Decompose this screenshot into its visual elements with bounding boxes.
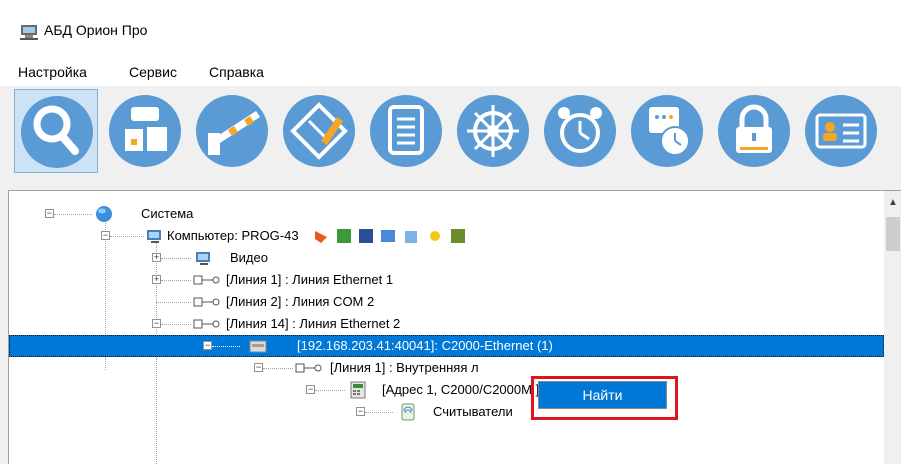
tree-item-c2000-ethernet[interactable]: − [192.168.203.41:40041]: C2000-Ethernet… (9, 335, 884, 357)
expand-toggle[interactable]: + (152, 253, 161, 262)
tree-item-system[interactable]: − Система (9, 203, 884, 225)
schedule-button[interactable] (625, 89, 709, 173)
document-list-icon (370, 95, 442, 167)
computer-icon (196, 252, 210, 265)
app-icon (20, 25, 38, 40)
tree-item-label: Компьютер: PROG-43 (167, 228, 299, 243)
line-connection-icon (295, 363, 322, 373)
controller-icon (350, 381, 366, 399)
menu-help[interactable]: Справка (209, 64, 264, 80)
collapse-toggle[interactable]: − (254, 363, 263, 372)
device-tree[interactable]: − Система − Компьютер: PROG-43 + Видео +… (8, 190, 901, 464)
tree-connector (263, 368, 293, 369)
tree-connector (156, 302, 191, 303)
floor-plan-button[interactable] (277, 89, 361, 173)
helm-button[interactable] (451, 89, 535, 173)
tree-item-line-14[interactable]: − [Линия 14] : Линия Ethernet 2 (9, 313, 884, 335)
tree-item-video[interactable]: + Видео (9, 247, 884, 269)
tree-connector (212, 346, 240, 347)
collapse-toggle[interactable]: − (306, 385, 315, 394)
tree-connector (110, 236, 144, 237)
collapse-toggle[interactable]: − (45, 209, 54, 218)
tree-item-label: [Линия 1] : Внутренняя л (330, 360, 479, 375)
lock-button[interactable] (712, 89, 796, 173)
alarm-button[interactable] (538, 89, 622, 173)
line-connection-icon (193, 319, 220, 329)
menu-settings[interactable]: Настройка (18, 64, 87, 80)
tree-item-label: [Линия 1] : Линия Ethernet 1 (226, 272, 394, 287)
devices-icon (109, 95, 181, 167)
devices-button[interactable] (103, 89, 187, 173)
tree-connector (315, 390, 345, 391)
line-connection-icon (193, 297, 220, 307)
helm-icon (457, 95, 529, 167)
device-icon (249, 340, 267, 353)
reader-icon (401, 403, 415, 421)
collapse-toggle[interactable]: − (356, 407, 365, 416)
tree-item-line-2[interactable]: [Линия 2] : Линия COM 2 (9, 291, 884, 313)
tree-item-address-1[interactable]: − [Адрес 1, C2000/C2000M ]: C2000/C2000M… (9, 379, 884, 401)
toolbar (0, 86, 901, 182)
documents-button[interactable] (364, 89, 448, 173)
user-card-icon (805, 95, 877, 167)
tree-connector (365, 412, 393, 413)
tree-item-label: [Линия 2] : Линия COM 2 (226, 294, 375, 309)
tree-item-label: [Линия 14] : Линия Ethernet 2 (226, 316, 401, 331)
title-bar: АБД Орион Про (0, 0, 901, 56)
alarm-clock-icon (544, 95, 616, 167)
tree-item-computer[interactable]: − Компьютер: PROG-43 (9, 225, 884, 247)
line-connection-icon (193, 275, 220, 285)
tree-connector (161, 324, 191, 325)
window-title: АБД Орион Про (44, 22, 148, 38)
collapse-toggle[interactable]: − (101, 231, 110, 240)
expand-toggle[interactable]: + (152, 275, 161, 284)
schedule-icon (631, 95, 703, 167)
barrier-button[interactable] (190, 89, 274, 173)
barrier-icon (196, 95, 268, 167)
menu-bar: Настройка Сервис Справка (0, 56, 901, 86)
scroll-thumb[interactable] (886, 217, 900, 251)
tree-item-inner-line[interactable]: − [Линия 1] : Внутренняя л (9, 357, 884, 379)
lock-icon (718, 95, 790, 167)
user-card-button[interactable] (799, 89, 883, 173)
tree-item-label: Система (141, 206, 194, 221)
context-menu-find[interactable]: Найти (538, 381, 667, 409)
vertical-scrollbar[interactable]: ▲ (884, 191, 901, 464)
computer-icon (147, 230, 161, 243)
tree-item-readers[interactable]: − Считыватели (9, 401, 884, 423)
menu-service[interactable]: Сервис (129, 64, 177, 80)
collapse-toggle[interactable]: − (203, 341, 212, 350)
tree-connector (161, 280, 191, 281)
search-button[interactable] (14, 89, 98, 173)
search-icon (21, 96, 93, 168)
context-menu-find-label: Найти (582, 387, 623, 403)
scroll-up-icon[interactable]: ▲ (888, 197, 898, 208)
tree-connector (54, 214, 92, 215)
tree-item-label: [192.168.203.41:40041]: C2000-Ethernet (… (297, 338, 553, 353)
tree-item-label: Видео (230, 250, 268, 265)
collapse-toggle[interactable]: − (152, 319, 161, 328)
tree-item-line-1[interactable]: + [Линия 1] : Линия Ethernet 1 (9, 269, 884, 291)
status-icons (315, 229, 465, 243)
floor-plan-edit-icon (283, 95, 355, 167)
tree-item-label: Считыватели (433, 404, 513, 419)
globe-icon (96, 206, 112, 222)
tree-connector (161, 258, 191, 259)
